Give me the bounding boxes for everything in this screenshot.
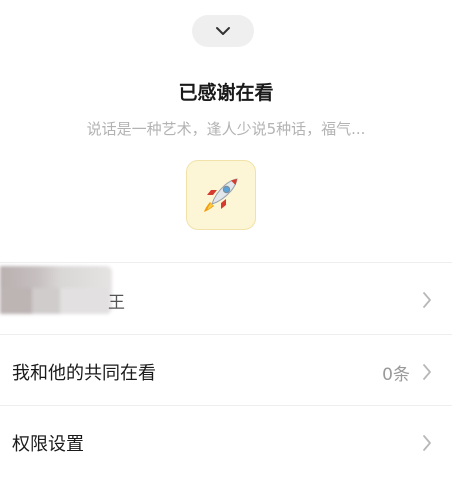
common-reads-row[interactable]: 我和他的共同在看 0条 [0, 337, 452, 407]
divider [0, 334, 452, 335]
user-name: 王 [108, 292, 125, 313]
permission-settings-row[interactable]: 权限设置 [0, 408, 452, 478]
blurred-avatar [0, 266, 112, 314]
divider [0, 405, 452, 406]
user-row[interactable]: 王 [0, 265, 452, 335]
chevron-right-icon [423, 364, 431, 380]
page-title: 已感谢在看 [178, 82, 274, 104]
divider [0, 262, 452, 263]
common-reads-label: 我和他的共同在看 [12, 363, 156, 384]
common-reads-count: 0条 [382, 364, 410, 385]
collapse-button[interactable] [192, 15, 254, 47]
chevron-down-icon [216, 27, 230, 35]
chevron-right-icon [423, 292, 431, 308]
permission-settings-label: 权限设置 [12, 434, 84, 455]
chevron-right-icon [423, 435, 431, 451]
rocket-icon [204, 178, 238, 212]
article-title: 说话是一种艺术，逢人少说5种话，福气... [86, 120, 366, 138]
rocket-sticker[interactable] [186, 160, 256, 230]
